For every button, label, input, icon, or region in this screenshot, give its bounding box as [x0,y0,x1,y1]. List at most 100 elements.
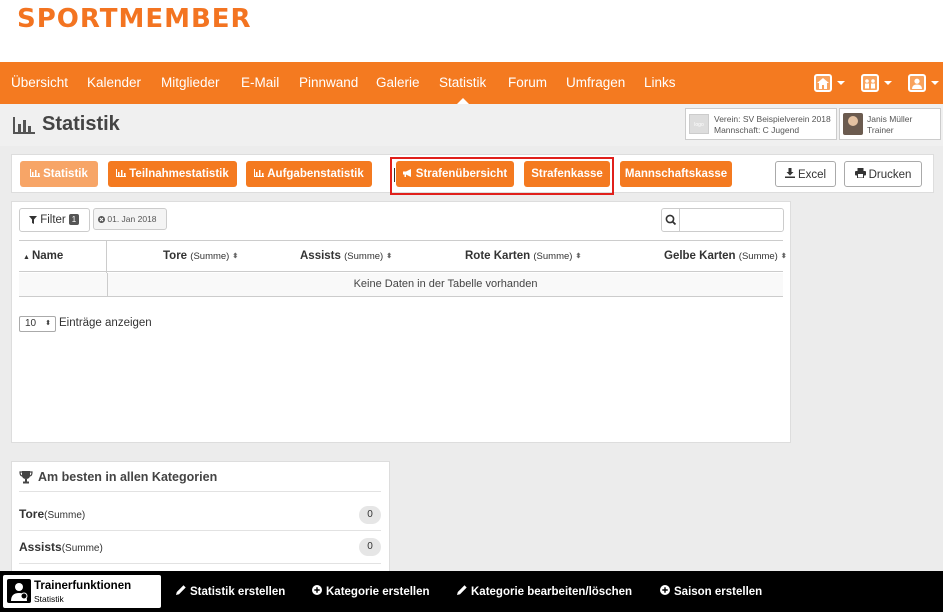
print-button-label: Drucken [868,169,912,181]
user-switcher[interactable]: Janis Müller Trainer [839,108,941,140]
home-icon [814,74,832,92]
team-menu[interactable] [861,72,892,94]
club-name: Verein: SV Beispielverein 2018 [714,114,831,124]
nav-item-galerie[interactable]: Galerie [376,62,420,104]
user-role: Trainer [867,125,894,135]
bar-chart-icon [13,117,35,134]
plus-circle-icon [660,585,670,598]
user-menu[interactable] [908,72,939,94]
trainer-card-subtitle: Statistik [34,594,64,604]
tab-mannschaftskasse[interactable]: Mannschaftskasse [620,161,732,187]
edit-category-button[interactable]: Kategorie bearbeiten/löschen [457,585,632,598]
tab-strafenkasse[interactable]: Strafenkasse [524,161,610,187]
filter-count-badge: 1 [68,214,80,225]
trainer-card-title: Trainerfunktionen [34,580,132,592]
tab-panel: Statistik Teilnahmestatistik Aufgabensta… [11,154,934,193]
tab-strafenuebersicht-label: Strafenübersicht [415,168,508,180]
best-row-tore[interactable]: Tore(Summe) [19,507,85,521]
chevron-down-icon [931,81,939,85]
empty-table-message: Keine Daten in der Tabelle vorhanden [107,273,783,296]
bar-chart-icon [254,161,265,187]
team-name: Mannschaft: C Jugend [714,125,800,135]
pencil-icon [457,585,467,598]
divider [394,168,395,182]
trainer-functions-card[interactable]: Trainerfunktionen Statistik [3,575,161,608]
tab-teilnahmestatistik-label: Teilnahmestatistik [129,168,229,180]
nav-item-links[interactable]: Links [644,62,676,104]
logo-bar: SPORTMEMBER [0,0,943,62]
home-menu[interactable] [814,72,845,94]
tab-aufgabenstatistik-label: Aufgabenstatistik [267,168,364,180]
date-filter-chip[interactable]: 01. Jan 2018 [93,208,167,230]
sort-icon: ⬍ [232,253,239,260]
best-row-assists[interactable]: Assists(Summe) [19,540,103,554]
table-body: Keine Daten in der Tabelle vorhanden [19,273,783,297]
trophy-icon [19,471,33,484]
nav-item-umfragen[interactable]: Umfragen [566,62,625,104]
divider [19,563,381,564]
megaphone-icon [402,161,413,187]
col-gelbe-karten[interactable]: Gelbe Karten (Summe) ⬍ [664,241,787,271]
title-row: Statistik logo Verein: SV Beispielverein… [0,104,943,146]
create-season-button[interactable]: Saison erstellen [660,585,762,598]
close-circle-icon[interactable] [98,216,105,223]
team-icon [861,74,879,92]
excel-button-label: Excel [797,169,827,181]
main-nav: Übersicht Kalender Mitglieder E-Mail Pin… [0,62,943,104]
column-divider [106,240,107,273]
pencil-icon [176,585,186,598]
sort-icon: ⬍ [575,253,582,260]
col-rote-karten[interactable]: Rote Karten (Summe) ⬍ [465,241,581,271]
divider [19,491,381,492]
excel-button[interactable]: Excel [775,161,836,187]
chevron-down-icon [837,81,845,85]
col-name[interactable]: ▲ Name [23,241,63,271]
search-box[interactable] [661,208,784,232]
col-tore[interactable]: Tore (Summe) ⬍ [163,241,238,271]
trainer-icon [7,579,31,603]
printer-icon [854,162,866,188]
nav-item-kalender[interactable]: Kalender [87,62,141,104]
nav-item-uebersicht[interactable]: Übersicht [11,62,68,104]
nav-item-pinnwand[interactable]: Pinnwand [299,62,358,104]
sort-asc-icon: ▲ [23,254,30,261]
avatar [843,113,863,135]
nav-item-statistik[interactable]: Statistik [439,62,486,104]
filter-button[interactable]: Filter 1 [19,208,90,232]
page-length-select[interactable]: 10 ⬍ [19,316,56,332]
best-title: Am besten in allen Kategorien [38,470,218,484]
print-button[interactable]: Drucken [844,161,922,187]
nav-item-email[interactable]: E-Mail [241,62,279,104]
create-statistic-button[interactable]: Statistik erstellen [176,585,285,598]
page-length-value: 10 [25,318,37,329]
sportmember-logo[interactable]: SPORTMEMBER [17,4,252,34]
search-input[interactable] [681,209,782,231]
bar-chart-icon [116,161,127,187]
plus-circle-icon [312,585,322,598]
sort-icon: ⬍ [780,253,787,260]
nav-item-mitglieder[interactable]: Mitglieder [161,62,220,104]
count-badge: 0 [359,506,381,524]
page-length-label: Einträge anzeigen [59,317,152,329]
filter-icon [29,216,37,224]
tab-statistik[interactable]: Statistik [20,161,98,187]
nav-item-forum[interactable]: Forum [508,62,547,104]
chevron-updown-icon: ⬍ [45,320,51,327]
table-header: ▲ Name Tore (Summe) ⬍ Assists (Summe) ⬍ Rot… [19,240,787,272]
download-icon [784,162,795,188]
user-name: Janis Müller [867,114,913,124]
search-icon [662,209,680,231]
sort-icon: ⬍ [386,253,393,260]
user-icon [908,74,926,92]
col-assists[interactable]: Assists (Summe) ⬍ [300,241,392,271]
club-switcher[interactable]: logo Verein: SV Beispielverein 2018 Mann… [685,108,837,140]
date-chip-label: 01. Jan 2018 [107,214,157,224]
filter-label: Filter [40,214,66,226]
count-badge: 0 [359,538,381,556]
page-title: Statistik [42,113,120,135]
create-category-button[interactable]: Kategorie erstellen [312,585,430,598]
tab-aufgabenstatistik[interactable]: Aufgabenstatistik [246,161,372,187]
tab-strafenuebersicht[interactable]: Strafenübersicht [396,161,514,187]
tab-teilnahmestatistik[interactable]: Teilnahmestatistik [108,161,237,187]
divider [19,530,381,531]
